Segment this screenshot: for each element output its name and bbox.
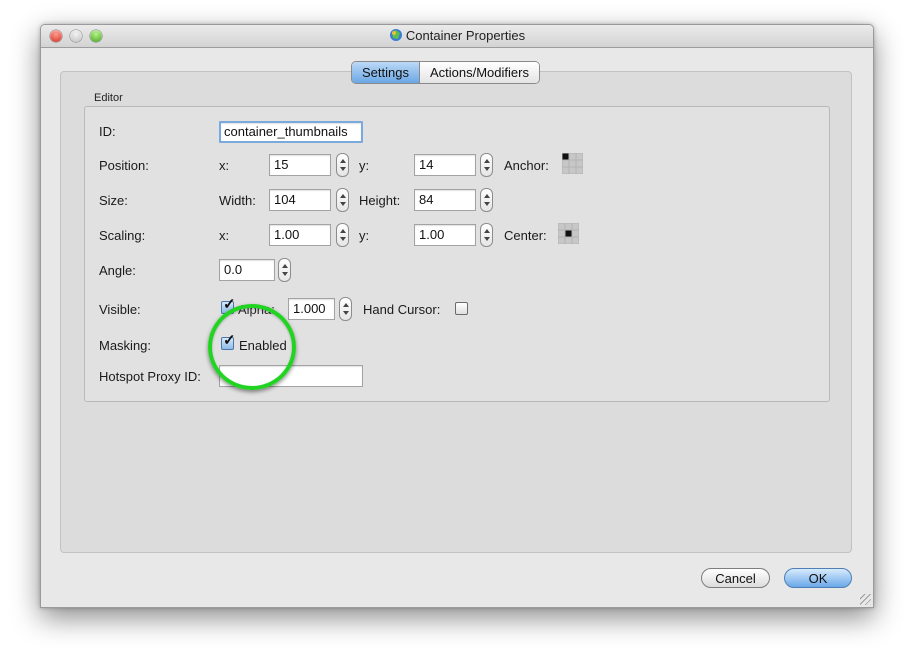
tab-settings[interactable]: Settings [352,62,419,83]
height-label: Height: [359,193,401,208]
visible-checkbox[interactable]: ✓ [221,297,236,314]
window-title: Container Properties [41,28,873,43]
resize-grip[interactable] [860,594,871,605]
container-app-icon [389,28,403,42]
tab-actions-modifiers[interactable]: Actions/Modifiers [418,62,539,83]
hand-cursor-checkbox[interactable] [455,302,468,315]
properties-window: Container Properties Settings Actions/Mo… [40,24,874,608]
scaling-x-stepper[interactable] [336,223,349,247]
scaling-y-stepper[interactable] [480,223,493,247]
cancel-button[interactable]: Cancel [701,568,770,588]
position-label: Position: [99,158,149,173]
hotspot-proxy-input[interactable] [219,365,363,387]
alpha-label: Alpha: [238,302,275,317]
position-y-label: y: [359,158,370,173]
size-label: Size: [99,193,128,208]
editor-group-label: Editor [94,92,123,104]
title-bar: Container Properties [41,25,873,48]
position-x-input[interactable]: 15 [269,154,331,176]
anchor-label: Anchor: [504,158,549,173]
width-input[interactable]: 104 [269,189,331,211]
alpha-stepper[interactable] [339,297,352,321]
scaling-label: Scaling: [99,228,146,243]
height-stepper[interactable] [480,188,493,212]
width-stepper[interactable] [336,188,349,212]
anchor-picker[interactable] [562,153,583,174]
hotspot-proxy-label: Hotspot Proxy ID: [99,369,201,384]
masking-label: Masking: [99,338,152,353]
position-x-label: x: [219,158,230,173]
angle-input[interactable]: 0.0 [219,259,275,281]
id-input[interactable]: container_thumbnails [219,121,363,143]
position-y-stepper[interactable] [480,153,493,177]
scaling-y-label: y: [359,228,370,243]
editor-group-box: ID: container_thumbnails Position: x: 15… [84,106,830,402]
window-title-text: Container Properties [405,28,526,43]
hand-cursor-label: Hand Cursor: [363,302,441,317]
position-x-stepper[interactable] [336,153,349,177]
angle-label: Angle: [99,263,136,278]
tab-bar: Settings Actions/Modifiers [351,61,540,84]
width-label: Width: [219,193,256,208]
center-picker[interactable] [558,223,579,244]
id-label: ID: [99,124,116,139]
angle-stepper[interactable] [278,258,291,282]
scaling-y-input[interactable]: 1.00 [414,224,476,246]
center-label: Center: [504,228,547,243]
masking-enabled-label[interactable]: Enabled [239,338,287,353]
height-input[interactable]: 84 [414,189,476,211]
ok-button[interactable]: OK [784,568,852,588]
position-y-input[interactable]: 14 [414,154,476,176]
scaling-x-input[interactable]: 1.00 [269,224,331,246]
masking-enabled-checkbox[interactable]: ✓ [221,333,236,350]
scaling-x-label: x: [219,228,230,243]
alpha-input[interactable]: 1.000 [288,298,335,320]
visible-label: Visible: [99,302,141,317]
